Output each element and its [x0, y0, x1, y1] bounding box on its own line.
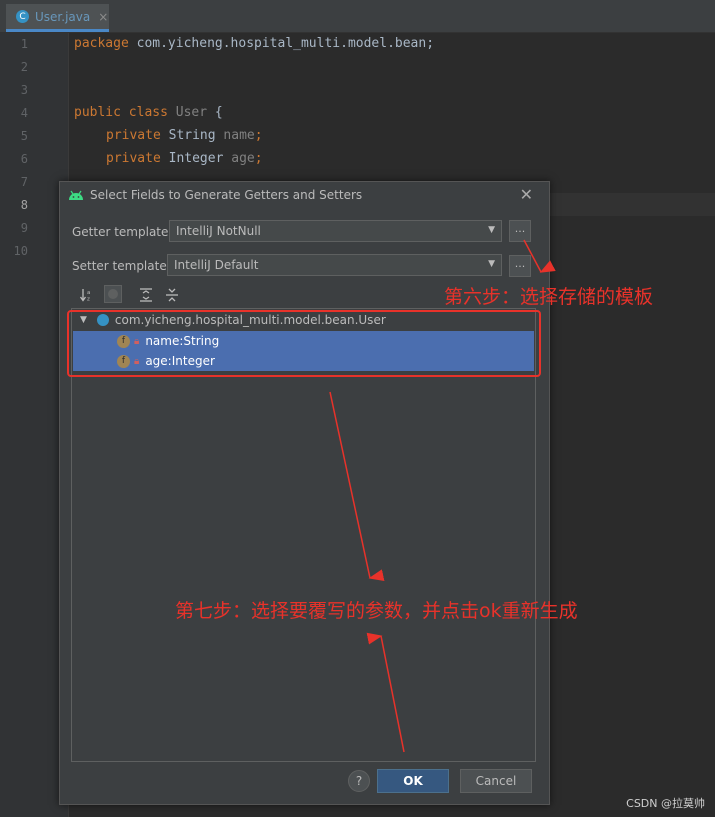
keyword: private [106, 151, 161, 166]
getter-template-label: Getter template: [72, 225, 173, 239]
line-number: 7 [20, 175, 28, 189]
circle-icon [108, 289, 118, 299]
collapse-all-icon[interactable] [165, 288, 179, 302]
watermark: CSDN @拉莫帅 [626, 797, 705, 810]
line-number: 5 [20, 129, 28, 143]
help-button[interactable]: ? [348, 770, 370, 792]
expand-all-icon[interactable] [139, 288, 153, 302]
code-line-1[interactable]: package com.yicheng.hospital_multi.model… [74, 36, 434, 51]
getter-template-select[interactable]: IntelliJ NotNull ▼ [169, 220, 502, 242]
ok-button[interactable]: OK [377, 769, 449, 793]
brace: { [207, 105, 223, 120]
field-name: name [215, 128, 255, 143]
package-name: com.yicheng.hospital_multi.model.bean; [128, 36, 435, 51]
dialog-title-bar: Select Fields to Generate Getters and Se… [60, 182, 549, 210]
generate-getters-setters-dialog: Select Fields to Generate Getters and Se… [59, 181, 550, 805]
cancel-button[interactable]: Cancel [460, 769, 532, 793]
tab-label: User.java [35, 9, 91, 24]
line-number: 2 [20, 60, 28, 74]
class-icon: C [16, 10, 29, 23]
keyword: public class [74, 105, 168, 120]
sort-alphabetically-icon[interactable]: a z [80, 288, 94, 302]
svg-text:z: z [87, 297, 90, 303]
annotation-highlight-box [67, 310, 541, 377]
getter-template-browse-button[interactable]: ... [509, 220, 531, 242]
chevron-down-icon: ▼ [488, 259, 495, 269]
type: String [160, 128, 216, 143]
chevron-down-icon: ▼ [488, 225, 495, 235]
keyword: package [74, 36, 129, 51]
line-number: 1 [20, 37, 28, 51]
type: Integer [160, 151, 224, 166]
line-number: 10 [13, 244, 28, 258]
line-number: 9 [20, 221, 28, 235]
svg-text:a: a [87, 290, 90, 296]
code-line-5[interactable]: private String name; [106, 128, 263, 143]
line-number: 8 [20, 198, 28, 212]
android-icon [69, 190, 83, 200]
setter-template-select[interactable]: IntelliJ Default ▼ [167, 254, 502, 276]
line-number: 6 [20, 152, 28, 166]
semicolon: ; [254, 151, 263, 166]
field-name: age [223, 151, 255, 166]
code-line-4[interactable]: public class User { [74, 105, 223, 120]
line-number: 3 [20, 83, 28, 97]
semicolon: ; [254, 128, 263, 143]
step6-annotation: 第六步：选择存储的模板 [444, 286, 654, 308]
setter-template-browse-button[interactable]: ... [509, 255, 531, 277]
keyword: private [106, 128, 161, 143]
dialog-title: Select Fields to Generate Getters and Se… [90, 188, 363, 202]
line-number: 4 [20, 106, 28, 120]
step7-annotation: 第七步：选择要覆写的参数，并点击ok重新生成 [175, 600, 578, 622]
code-line-6[interactable]: private Integer age; [106, 151, 263, 166]
setter-template-label: Setter template: [72, 259, 171, 273]
tab-user-java[interactable]: C User.java × [6, 4, 109, 32]
close-icon[interactable]: ✕ [520, 185, 533, 204]
show-inherited-toggle[interactable] [104, 285, 122, 303]
editor-tab-bar: C User.java × [0, 0, 715, 33]
class-name: User [167, 105, 208, 120]
getter-template-value: IntelliJ NotNull [176, 224, 261, 238]
tab-close-icon[interactable]: × [98, 10, 108, 24]
setter-template-value: IntelliJ Default [174, 258, 259, 272]
